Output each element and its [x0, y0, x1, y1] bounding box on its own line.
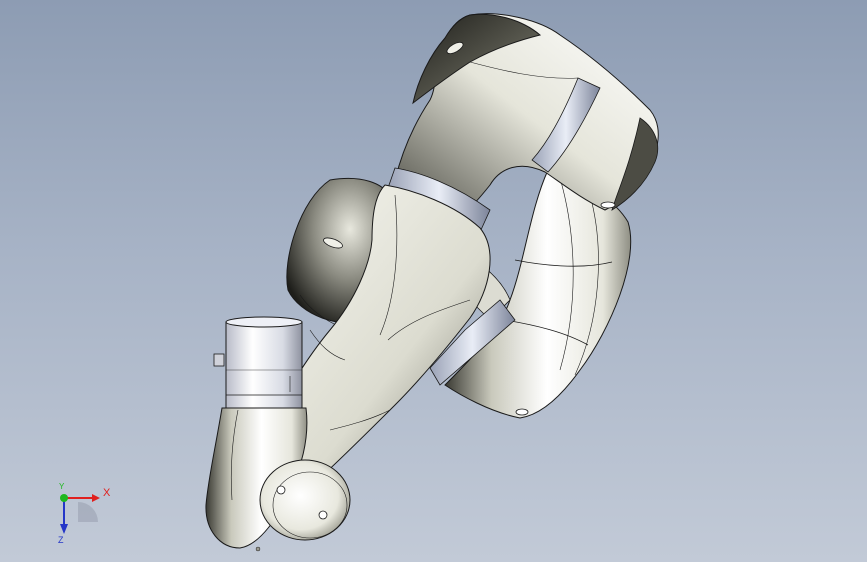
y-axis-dot: [60, 494, 68, 502]
z-axis-arrowhead: [60, 524, 68, 534]
graphics-viewport[interactable]: X Y Z: [0, 0, 867, 562]
axis-triad-icon: X Y Z: [46, 480, 116, 550]
triad-plane-shadow: [78, 502, 98, 522]
robot-arm-model[interactable]: [0, 0, 867, 562]
x-axis-label: X: [103, 487, 111, 499]
y-axis-label: Y: [59, 482, 65, 491]
z-axis-label: Z: [58, 535, 64, 545]
wrist-cylinder[interactable]: [213, 316, 303, 409]
x-axis-arrowhead: [92, 494, 100, 502]
